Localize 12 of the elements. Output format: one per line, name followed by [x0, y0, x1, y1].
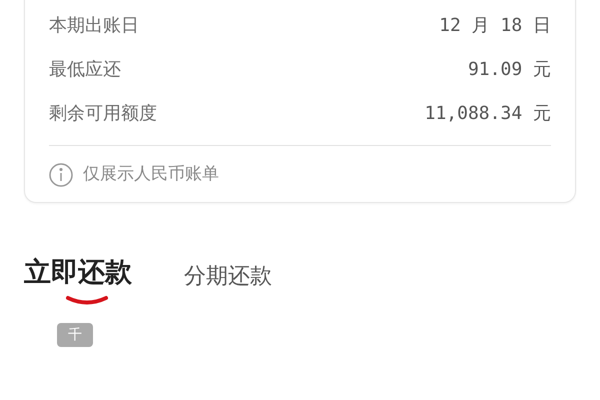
row-value: 91.09 元 — [468, 58, 551, 82]
row-label: 剩余可用额度 — [49, 102, 157, 126]
unit-badge: 千 — [57, 323, 93, 347]
row-label: 最低应还 — [49, 58, 121, 82]
tab[interactable]: 立即还款 — [24, 252, 132, 295]
active-underline-icon — [65, 294, 109, 304]
tab[interactable]: 分期还款 — [184, 260, 272, 295]
info-icon — [49, 162, 73, 187]
note-text: 仅展示人民币账单 — [83, 163, 219, 186]
row-label: 本期出账日 — [49, 14, 139, 38]
row-value: 11,088.34 元 — [424, 102, 551, 126]
row-value: 12 月 18 日 — [439, 14, 551, 38]
